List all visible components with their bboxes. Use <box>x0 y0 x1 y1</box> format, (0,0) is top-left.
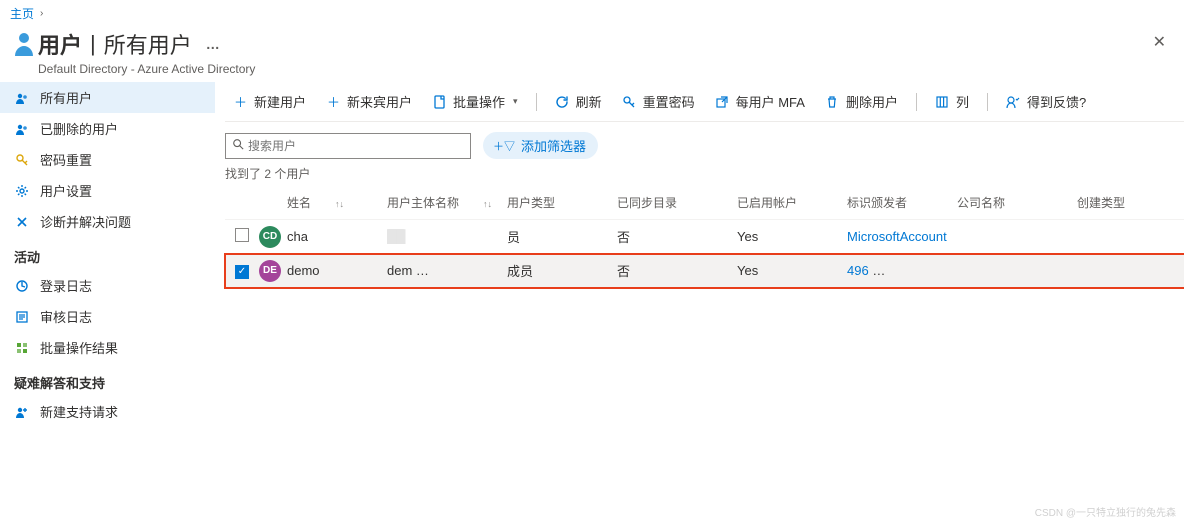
more-actions-button[interactable]: … <box>206 36 222 52</box>
mfa-button[interactable]: 每用户 MFA <box>707 88 813 115</box>
plus-icon: ＋ <box>326 94 341 109</box>
search-input[interactable] <box>248 139 464 153</box>
filter-icon: ＋▽ <box>493 138 515 154</box>
sidebar-heading: 疑难解答和支持 <box>0 363 215 396</box>
plus-icon: ＋ <box>233 94 248 109</box>
sidebar-item[interactable]: 诊断并解决问题 <box>0 206 215 237</box>
external-icon <box>715 94 730 109</box>
main-content: ＋ 新建用户 ＋ 新来宾用户 批量操作 ▾ 刷新 <box>215 76 1184 433</box>
breadcrumb: 主页 › <box>0 0 1184 24</box>
sidebar-item-label: 用户设置 <box>40 181 92 200</box>
separator <box>987 93 988 111</box>
sidebar-item-label: 所有用户 <box>40 88 92 107</box>
people-icon <box>14 90 30 106</box>
cell-synced: 否 <box>617 227 737 246</box>
columns-icon <box>935 94 950 109</box>
search-input-wrapper[interactable] <box>225 133 471 159</box>
add-filter-button[interactable]: ＋▽ 添加筛选器 <box>483 132 598 159</box>
page-subtitle: Default Directory - Azure Active Directo… <box>38 62 1145 76</box>
cell-name: cha <box>287 229 387 244</box>
sidebar-item-label: 密码重置 <box>40 150 92 169</box>
signin-icon <box>14 278 30 294</box>
cell-user-type: 员 <box>507 227 617 246</box>
feedback-icon <box>1006 94 1021 109</box>
sidebar: 所有用户已删除的用户密码重置用户设置诊断并解决问题活动登录日志审核日志批量操作结… <box>0 76 215 433</box>
people-icon <box>14 121 30 137</box>
cell-user-type: 成员 <box>507 261 617 280</box>
page-header: 用户 | 所有用户 … Default Directory - Azure Ac… <box>0 24 1184 76</box>
sidebar-item[interactable]: 已删除的用户 <box>0 113 215 144</box>
filter-row: ＋▽ 添加筛选器 <box>225 122 1184 165</box>
feedback-button[interactable]: 得到反馈? <box>998 88 1094 115</box>
search-icon <box>232 138 244 153</box>
reset-password-button[interactable]: 重置密码 <box>614 88 703 115</box>
users-table: 姓名↑↓ 用户主体名称↑↓ 用户类型 已同步目录 已启用帐户 标识颁发者 公司名… <box>225 186 1184 288</box>
delete-user-button[interactable]: 删除用户 <box>817 88 906 115</box>
trash-icon <box>825 94 840 109</box>
key-icon <box>622 94 637 109</box>
row-checkbox[interactable]: ✓ <box>235 265 249 279</box>
avatar: DE <box>259 260 281 282</box>
breadcrumb-home[interactable]: 主页 <box>10 5 34 22</box>
document-icon <box>432 94 447 109</box>
toolbar: ＋ 新建用户 ＋ 新来宾用户 批量操作 ▾ 刷新 <box>225 80 1184 122</box>
sidebar-item-label: 新建支持请求 <box>40 402 118 421</box>
key-icon <box>14 152 30 168</box>
table-header: 姓名↑↓ 用户主体名称↑↓ 用户类型 已同步目录 已启用帐户 标识颁发者 公司名… <box>225 186 1184 220</box>
columns-button[interactable]: 列 <box>927 88 977 115</box>
table-row[interactable]: ✓ DE demodem ██████████成员否Yes496 █████████… <box>225 254 1184 288</box>
sidebar-item-label: 审核日志 <box>40 307 92 326</box>
sidebar-item-label: 登录日志 <box>40 276 92 295</box>
cell-upn: dem ██████████ <box>387 263 507 278</box>
sidebar-item-label: 批量操作结果 <box>40 338 118 357</box>
result-count: 找到了 2 个用户 <box>225 165 1184 186</box>
cell-issuer[interactable]: MicrosoftAccount <box>847 229 957 244</box>
refresh-icon <box>555 94 570 109</box>
sidebar-item[interactable]: 审核日志 <box>0 301 215 332</box>
sidebar-heading: 活动 <box>0 237 215 270</box>
close-button[interactable]: ✕ <box>1145 28 1174 56</box>
page-title: 用户 | 所有用户 … <box>38 28 1145 60</box>
sidebar-item-label: 诊断并解决问题 <box>40 212 131 231</box>
diagnose-icon <box>14 214 30 230</box>
cell-upn: ██ <box>387 229 507 244</box>
bulk-icon <box>14 340 30 356</box>
separator <box>916 93 917 111</box>
new-guest-button[interactable]: ＋ 新来宾用户 <box>318 88 420 115</box>
sidebar-item[interactable]: 密码重置 <box>0 144 215 175</box>
gear-icon <box>14 183 30 199</box>
cell-enabled: Yes <box>737 229 847 244</box>
chevron-down-icon: ▾ <box>513 96 518 107</box>
avatar: CD <box>259 226 281 248</box>
cell-enabled: Yes <box>737 263 847 278</box>
sidebar-item[interactable]: 登录日志 <box>0 270 215 301</box>
bulk-operations-button[interactable]: 批量操作 ▾ <box>424 88 526 115</box>
watermark: CSDN @一只特立独行的兔先森 <box>1035 504 1176 519</box>
cell-synced: 否 <box>617 261 737 280</box>
sidebar-item[interactable]: 批量操作结果 <box>0 332 215 363</box>
new-user-button[interactable]: ＋ 新建用户 <box>225 88 314 115</box>
refresh-button[interactable]: 刷新 <box>547 88 610 115</box>
sort-icon[interactable]: ↑↓ <box>335 199 344 209</box>
table-row[interactable]: CD cha██员否YesMicrosoftAccount <box>225 220 1184 254</box>
sidebar-item[interactable]: 新建支持请求 <box>0 396 215 427</box>
cell-name: demo <box>287 263 387 278</box>
row-checkbox[interactable] <box>235 228 249 242</box>
sidebar-item[interactable]: 所有用户 <box>0 82 215 113</box>
sort-icon[interactable]: ↑↓ <box>483 199 492 209</box>
sidebar-item-label: 已删除的用户 <box>40 119 118 138</box>
sidebar-item[interactable]: 用户设置 <box>0 175 215 206</box>
support-icon <box>14 404 30 420</box>
cell-issuer[interactable]: 496 ████████████ <box>847 263 957 278</box>
separator <box>536 93 537 111</box>
users-icon <box>10 28 38 60</box>
audit-icon <box>14 309 30 325</box>
chevron-right-icon: › <box>40 8 43 19</box>
